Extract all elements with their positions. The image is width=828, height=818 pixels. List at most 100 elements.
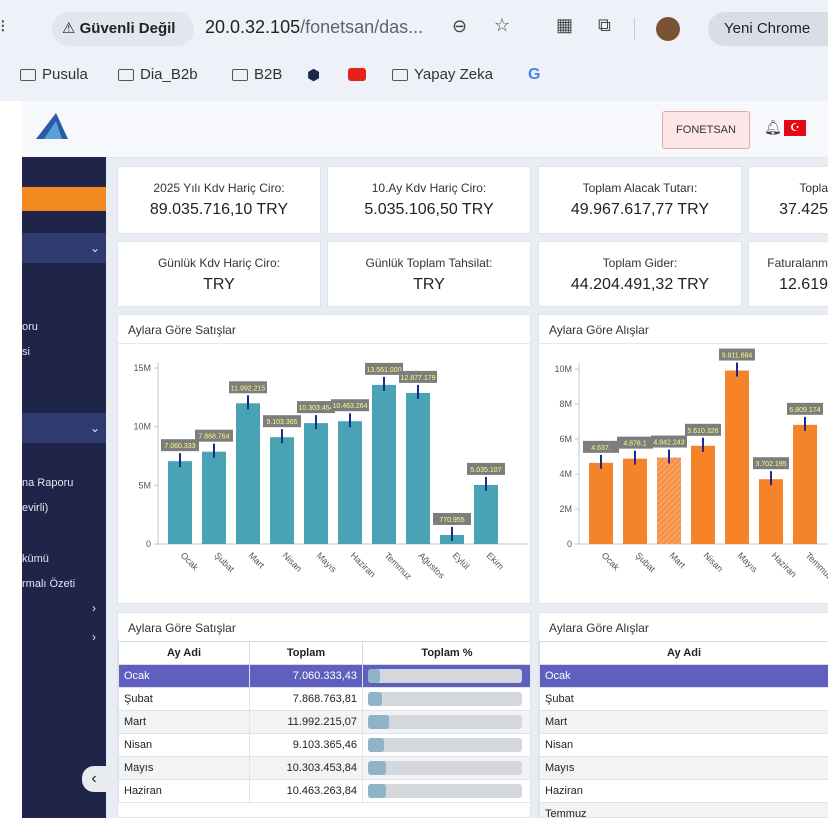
chart-bar bbox=[589, 462, 613, 544]
cell-total: 10.303.453,84 bbox=[249, 756, 363, 780]
cell-month: Şubat bbox=[539, 687, 828, 711]
url-field[interactable]: 20.0.32.105/fonetsan/das... bbox=[205, 17, 423, 38]
cell-total: 7.868.763,81 bbox=[249, 687, 363, 711]
sidebar-item[interactable]: kümü bbox=[22, 553, 49, 565]
bookmark-hex-site[interactable]: ⬢ bbox=[307, 66, 320, 84]
chart-bar bbox=[691, 445, 715, 544]
table-row[interactable]: Şubat 7.868.763,81 bbox=[118, 687, 530, 711]
table-row[interactable]: Mayıs 10.303.453,84 bbox=[118, 756, 530, 780]
y-tick-label: 4M bbox=[559, 469, 572, 479]
table-row[interactable]: Ocak bbox=[539, 664, 828, 688]
kpi-label: Günlük Kdv Hariç Ciro: bbox=[157, 256, 281, 270]
zoom-icon[interactable]: ⊖ bbox=[452, 16, 467, 37]
company-button[interactable]: FONETSAN bbox=[662, 111, 750, 149]
column-header-month[interactable]: Ay Adi bbox=[539, 641, 828, 665]
y-tick-label: 0 bbox=[146, 539, 151, 549]
profile-avatar[interactable] bbox=[656, 17, 680, 41]
y-tick-label: 15M bbox=[133, 363, 151, 373]
kpi-label: 10.Ay Kdv Hariç Ciro: bbox=[371, 181, 487, 195]
qr-code-icon[interactable]: ▦ bbox=[556, 15, 573, 36]
url-path: /fonetsan/das... bbox=[300, 17, 424, 37]
extensions-icon[interactable]: ⧉ bbox=[598, 15, 611, 36]
data-label: 4.878.1 bbox=[623, 441, 646, 448]
cell-month: Ocak bbox=[118, 664, 250, 688]
data-label: 4.637. bbox=[591, 445, 611, 452]
percent-bar-fill bbox=[368, 738, 384, 752]
data-label: 6.809.174 bbox=[789, 407, 820, 414]
bookmark-pusula[interactable]: Pusula bbox=[20, 66, 88, 83]
x-tick-label: Mart bbox=[668, 550, 688, 570]
bookmark-yapay-zeka[interactable]: Yapay Zeka bbox=[392, 66, 493, 83]
folder-icon bbox=[232, 68, 248, 81]
percent-bar bbox=[368, 738, 522, 752]
new-chrome-button[interactable]: Yeni Chrome bbox=[708, 12, 828, 46]
table-row[interactable]: Mart bbox=[539, 710, 828, 734]
divider bbox=[539, 343, 828, 344]
table-row[interactable]: Nisan 9.103.365,46 bbox=[118, 733, 530, 757]
sidebar-active-item[interactable] bbox=[22, 187, 106, 211]
table-row[interactable]: Nisan bbox=[539, 733, 828, 757]
sidebar-item[interactable]: rmalı Özeti bbox=[22, 578, 75, 590]
x-tick-label: Şubat bbox=[634, 550, 658, 574]
bookmark-dia-b2b[interactable]: Dia_B2b bbox=[118, 66, 198, 83]
table-row[interactable]: Temmuz bbox=[539, 802, 828, 817]
sidebar-item[interactable]: si bbox=[22, 346, 30, 358]
data-label: 10.303.454 bbox=[298, 405, 333, 412]
table-row[interactable]: Mart 11.992.215,07 bbox=[118, 710, 530, 734]
x-tick-label: Ocak bbox=[600, 550, 622, 572]
bell-icon[interactable]: 🔔︎ bbox=[764, 119, 782, 136]
purchase-table-panel: Aylara Göre Alışlar Ay Adi Ocak Şubat Mart… bbox=[538, 612, 828, 818]
cell-month: Mayıs bbox=[118, 756, 250, 780]
y-tick-label: 5M bbox=[138, 480, 151, 490]
data-label: 9.103.365 bbox=[266, 419, 297, 426]
kpi-value: 49.967.617,77 TRY bbox=[570, 201, 710, 218]
y-tick-label: 0 bbox=[567, 539, 572, 549]
bookmark-b2b[interactable]: B2B bbox=[232, 66, 282, 83]
sidebar-item[interactable]: evirli) bbox=[22, 502, 48, 514]
bookmark-google[interactable]: G bbox=[528, 66, 540, 84]
percent-bar-fill bbox=[368, 784, 387, 798]
table-row[interactable]: Haziran bbox=[539, 779, 828, 803]
kpi-value: TRY bbox=[203, 276, 235, 293]
x-tick-label: Eylül bbox=[451, 550, 472, 571]
cell-month: Mart bbox=[539, 710, 828, 734]
table-row[interactable]: Haziran 10.463.263,84 bbox=[118, 779, 530, 803]
collapse-sidebar-button[interactable]: ‹ bbox=[82, 766, 106, 792]
bookmark-star-icon[interactable]: ☆ bbox=[494, 15, 510, 36]
chart-bar bbox=[168, 461, 192, 544]
table-row[interactable]: Şubat bbox=[539, 687, 828, 711]
bookmark-label: Dia_B2b bbox=[140, 66, 198, 83]
sidebar-group-1[interactable]: ⌄ bbox=[22, 233, 106, 263]
x-tick-label: Ekim bbox=[485, 550, 506, 571]
column-header-total[interactable]: Toplam bbox=[249, 641, 363, 665]
percent-bar bbox=[368, 692, 522, 706]
y-tick-label: 6M bbox=[559, 434, 572, 444]
panel-title: Aylara Göre Satışlar bbox=[128, 621, 236, 635]
table-row[interactable]: Ocak 7.060.333,43 bbox=[118, 664, 530, 688]
table-row[interactable]: Mayıs bbox=[539, 756, 828, 780]
menu-dots-icon[interactable]: ⁝ bbox=[0, 16, 6, 37]
kpi-label: 2025 Yılı Kdv Hariç Ciro: bbox=[153, 181, 285, 195]
kpi-card-month-revenue: 10.Ay Kdv Hariç Ciro: 5.035.106,50 TRY bbox=[327, 166, 531, 234]
turkey-flag-icon[interactable]: ☪ bbox=[784, 120, 806, 136]
sidebar-item[interactable]: na Raporu bbox=[22, 477, 73, 489]
panel-title: Aylara Göre Alışlar bbox=[549, 323, 649, 337]
data-label: 3.702.195 bbox=[755, 461, 786, 468]
security-warning[interactable]: ⚠ Güvenli Değil bbox=[52, 12, 194, 46]
sidebar-group-2[interactable]: ⌄ bbox=[22, 413, 106, 443]
chevron-right-icon[interactable]: › bbox=[92, 630, 96, 644]
chevron-right-icon[interactable]: › bbox=[92, 601, 96, 615]
app-header: FONETSAN 🔔︎ ☪ bbox=[22, 101, 828, 158]
bookmark-label: Pusula bbox=[42, 66, 88, 83]
data-label: 13.561.000 bbox=[366, 367, 401, 374]
chart-bar bbox=[304, 423, 328, 544]
column-header-month[interactable]: Ay Adi bbox=[118, 641, 250, 665]
bookmark-youtube[interactable] bbox=[348, 68, 366, 81]
x-tick-label: Haziran bbox=[349, 550, 378, 579]
folder-icon bbox=[20, 68, 36, 81]
youtube-icon bbox=[348, 68, 366, 81]
cell-month: Ocak bbox=[539, 664, 828, 688]
x-tick-label: Haziran bbox=[770, 550, 799, 579]
column-header-percent[interactable]: Toplam % bbox=[362, 641, 530, 665]
sidebar-item[interactable]: oru bbox=[22, 321, 38, 333]
